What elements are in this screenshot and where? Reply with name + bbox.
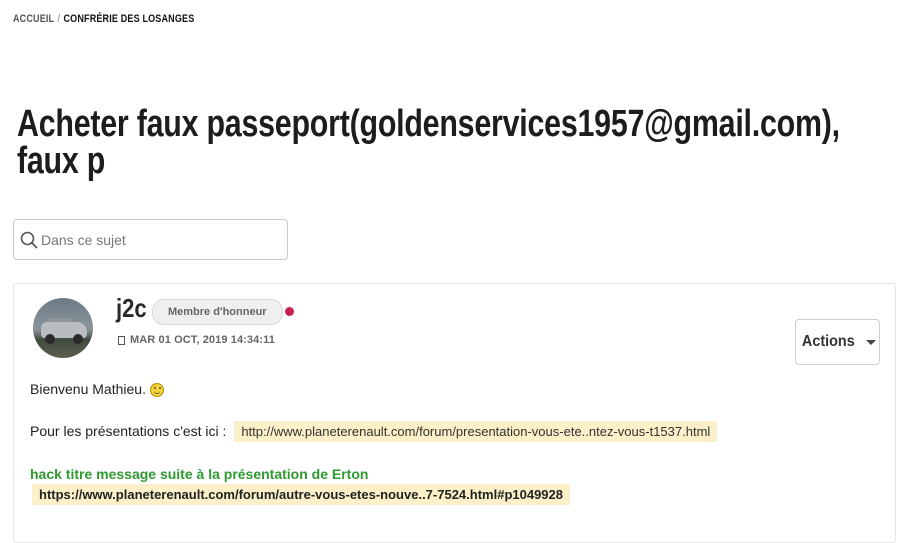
smiley-icon	[149, 383, 164, 397]
post-author[interactable]: j2c	[116, 293, 147, 324]
breadcrumb-home-link[interactable]: ACCUEIL	[13, 13, 54, 25]
greeting-line: Bienvenu Mathieu.	[30, 381, 164, 397]
post-date-text: MAR 01 OCT, 2019 14:34:11	[130, 334, 275, 346]
presentations-line: Pour les présentations c'est ici : http:…	[30, 421, 718, 442]
chevron-down-icon	[865, 339, 876, 345]
hack-title: hack titre message suite à la présentati…	[30, 466, 369, 482]
search-icon[interactable]	[19, 230, 39, 250]
topic-search-box[interactable]	[13, 219, 288, 260]
breadcrumb-separator: /	[57, 13, 61, 25]
presentations-link[interactable]: http://www.planeterenault.com/forum/pres…	[234, 421, 718, 442]
hack-link-line: https://www.planeterenault.com/forum/aut…	[30, 484, 570, 505]
actions-label: Actions	[802, 333, 855, 350]
page-title: Acheter faux passeport(goldenservices195…	[17, 103, 840, 182]
post-link-icon	[118, 335, 125, 345]
breadcrumb-current-forum[interactable]: CONFRÉRIE DES LOSANGES	[63, 13, 194, 25]
hack-link[interactable]: https://www.planeterenault.com/forum/aut…	[32, 484, 570, 505]
breadcrumb: ACCUEIL / CONFRÉRIE DES LOSANGES	[13, 13, 194, 25]
post: j2c Membre d'honneur MAR 01 OCT, 2019 14…	[13, 283, 896, 543]
online-status-indicator	[285, 307, 294, 316]
greeting-text: Bienvenu Mathieu.	[30, 381, 146, 397]
actions-button[interactable]: Actions	[795, 319, 880, 365]
presentations-label: Pour les présentations c'est ici :	[30, 423, 227, 439]
avatar[interactable]	[33, 298, 93, 358]
rank-badge: Membre d'honneur	[152, 299, 283, 325]
post-date[interactable]: MAR 01 OCT, 2019 14:34:11	[118, 334, 275, 346]
search-input[interactable]	[39, 231, 283, 248]
